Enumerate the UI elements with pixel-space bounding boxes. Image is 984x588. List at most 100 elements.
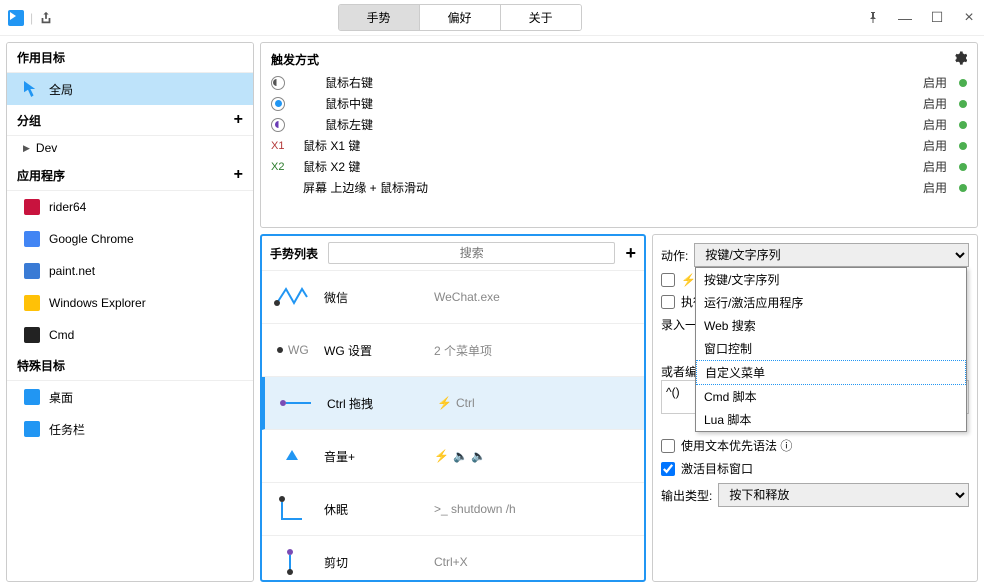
add-app-button[interactable]: + bbox=[234, 166, 243, 184]
gesture-row[interactable]: Ctrl 拖拽 ⚡Ctrl bbox=[262, 377, 644, 430]
trigger-name: 鼠标左键 bbox=[325, 116, 915, 133]
paint-icon bbox=[23, 262, 41, 280]
desktop-icon bbox=[23, 388, 41, 406]
minimize-button[interactable]: — bbox=[898, 11, 912, 25]
targets-header: 作用目标 bbox=[7, 43, 253, 73]
radio-icon bbox=[271, 118, 285, 132]
maximize-button[interactable]: ☐ bbox=[930, 11, 944, 25]
gesture-shape-icon bbox=[270, 281, 314, 313]
right-pane: 触发方式 鼠标右键启用鼠标中键启用鼠标左键启用X1鼠标 X1 键启用X2鼠标 X… bbox=[260, 42, 978, 582]
gesture-sub: WeChat.exe bbox=[434, 290, 500, 304]
lightning-icon: ⚡ bbox=[434, 449, 449, 463]
dropdown-option[interactable]: Lua 脚本 bbox=[696, 408, 966, 431]
gesture-list-title: 手势列表 bbox=[270, 245, 318, 262]
cb1[interactable] bbox=[661, 273, 675, 287]
gesture-list[interactable]: 微信 WeChat.exe WGWG 设置2 个菜单项 Ctrl 拖拽 ⚡Ctrl 音量+… bbox=[262, 271, 644, 580]
action-panel: 动作: 按键/文字序列 按键/文字序列运行/激活应用程序Web 搜索窗口控制自定… bbox=[652, 234, 978, 582]
sidebar-app-paint[interactable]: paint.net bbox=[7, 255, 253, 287]
text-first-checkbox[interactable] bbox=[661, 439, 675, 453]
apps-header: 应用程序 + bbox=[7, 160, 253, 191]
activate-checkbox[interactable] bbox=[661, 462, 675, 476]
app-icon bbox=[8, 10, 24, 26]
action-label: 动作: bbox=[661, 247, 688, 264]
titlebar: | 手势 偏好 关于 — ☐ × bbox=[0, 0, 984, 36]
sidebar-app-explorer[interactable]: Windows Explorer bbox=[7, 287, 253, 319]
top-tabs: 手势 偏好 关于 bbox=[53, 4, 866, 31]
add-gesture-button[interactable]: + bbox=[625, 243, 636, 264]
output-type-select[interactable]: 按下和释放 bbox=[718, 483, 969, 507]
group-label: Dev bbox=[36, 141, 57, 155]
activate-row: 激活目标窗口 bbox=[661, 460, 969, 477]
gesture-sub: ⚡Ctrl bbox=[437, 396, 475, 410]
text-first-label: 使用文本优先语法 ⓘ bbox=[681, 437, 792, 454]
status-dot-icon bbox=[959, 142, 967, 150]
sidebar-item-global[interactable]: 全局 bbox=[7, 73, 253, 105]
trigger-name: 鼠标右键 bbox=[325, 74, 915, 91]
dropdown-option[interactable]: Cmd 脚本 bbox=[696, 385, 966, 408]
sidebar-app-rider[interactable]: rider64 bbox=[7, 191, 253, 223]
trigger-status: 启用 bbox=[923, 137, 947, 154]
status-dot-icon bbox=[959, 184, 967, 192]
special-label: 任务栏 bbox=[49, 421, 85, 438]
gesture-row[interactable]: 微信 WeChat.exe bbox=[262, 271, 644, 324]
gesture-row[interactable]: 休眠>_ shutdown /h bbox=[262, 483, 644, 536]
gear-icon[interactable] bbox=[953, 51, 967, 68]
app-label: Cmd bbox=[49, 328, 74, 342]
sidebar-special-taskbar[interactable]: 任务栏 bbox=[7, 413, 253, 445]
tab-gesture[interactable]: 手势 bbox=[339, 5, 420, 30]
trigger-row[interactable]: X2鼠标 X2 键启用 bbox=[261, 156, 977, 177]
dropdown-option[interactable]: 运行/激活应用程序 bbox=[696, 291, 966, 314]
gesture-shape-icon bbox=[270, 440, 314, 472]
share-icon[interactable] bbox=[39, 11, 53, 25]
status-dot-icon bbox=[959, 163, 967, 171]
gesture-name: 音量+ bbox=[324, 448, 424, 465]
trigger-row[interactable]: 鼠标右键启用 bbox=[261, 72, 977, 93]
pin-icon[interactable] bbox=[866, 11, 880, 25]
tab-preferences[interactable]: 偏好 bbox=[420, 5, 501, 30]
dropdown-option[interactable]: 自定义菜单 bbox=[696, 360, 966, 385]
sidebar-app-cmd[interactable]: Cmd bbox=[7, 319, 253, 351]
gesture-list-header: 手势列表 + bbox=[262, 236, 644, 271]
app-label: Google Chrome bbox=[49, 232, 134, 246]
trigger-header: 触发方式 bbox=[261, 47, 977, 72]
tab-about[interactable]: 关于 bbox=[501, 5, 581, 30]
special-label: 桌面 bbox=[49, 389, 73, 406]
dropdown-option[interactable]: 窗口控制 bbox=[696, 337, 966, 360]
gesture-list-panel: 手势列表 + 微信 WeChat.exe WGWG 设置2 个菜单项 Ctrl 拖拽 ⚡… bbox=[260, 234, 646, 582]
chrome-icon bbox=[23, 230, 41, 248]
gesture-sub: 2 个菜单项 bbox=[434, 342, 492, 359]
radio-icon bbox=[271, 76, 285, 90]
gesture-name: 微信 bbox=[324, 289, 424, 306]
sidebar-app-chrome[interactable]: Google Chrome bbox=[7, 223, 253, 255]
trigger-status: 启用 bbox=[923, 158, 947, 175]
trigger-row[interactable]: X1鼠标 X1 键启用 bbox=[261, 135, 977, 156]
gesture-sub: ⚡🔈 🔈 bbox=[434, 449, 486, 463]
action-type-dropdown[interactable]: 按键/文字序列运行/激活应用程序Web 搜索窗口控制自定义菜单Cmd 脚本Lua… bbox=[695, 267, 967, 432]
trigger-row[interactable]: 鼠标中键启用 bbox=[261, 93, 977, 114]
groups-header: 分组 + bbox=[7, 105, 253, 136]
close-button[interactable]: × bbox=[962, 11, 976, 25]
gesture-row[interactable]: WGWG 设置2 个菜单项 bbox=[262, 324, 644, 377]
status-dot-icon bbox=[959, 79, 967, 87]
gesture-name: Ctrl 拖拽 bbox=[327, 395, 427, 412]
gesture-row[interactable]: 剪切Ctrl+X bbox=[262, 536, 644, 580]
search-input[interactable] bbox=[328, 242, 615, 264]
trigger-name: 鼠标 X2 键 bbox=[303, 158, 915, 175]
gesture-row[interactable]: 音量+ ⚡🔈 🔈 bbox=[262, 430, 644, 483]
svg-text:WG: WG bbox=[288, 343, 309, 357]
gesture-shape-icon: WG bbox=[270, 334, 314, 366]
action-type-select[interactable]: 按键/文字序列 bbox=[694, 243, 969, 267]
gesture-shape-icon bbox=[273, 387, 317, 419]
gesture-shape-icon bbox=[270, 493, 314, 525]
window-controls: — ☐ × bbox=[866, 11, 976, 25]
cb2[interactable] bbox=[661, 295, 675, 309]
sidebar-group-dev[interactable]: ▶ Dev bbox=[7, 136, 253, 160]
app-label: Windows Explorer bbox=[49, 296, 146, 310]
trigger-status: 启用 bbox=[923, 95, 947, 112]
dropdown-option[interactable]: 按键/文字序列 bbox=[696, 268, 966, 291]
trigger-row[interactable]: 屏幕 上边缘 + 鼠标滑动启用 bbox=[261, 177, 977, 198]
add-group-button[interactable]: + bbox=[234, 111, 243, 129]
dropdown-option[interactable]: Web 搜索 bbox=[696, 314, 966, 337]
sidebar-special-desktop[interactable]: 桌面 bbox=[7, 381, 253, 413]
trigger-row[interactable]: 鼠标左键启用 bbox=[261, 114, 977, 135]
